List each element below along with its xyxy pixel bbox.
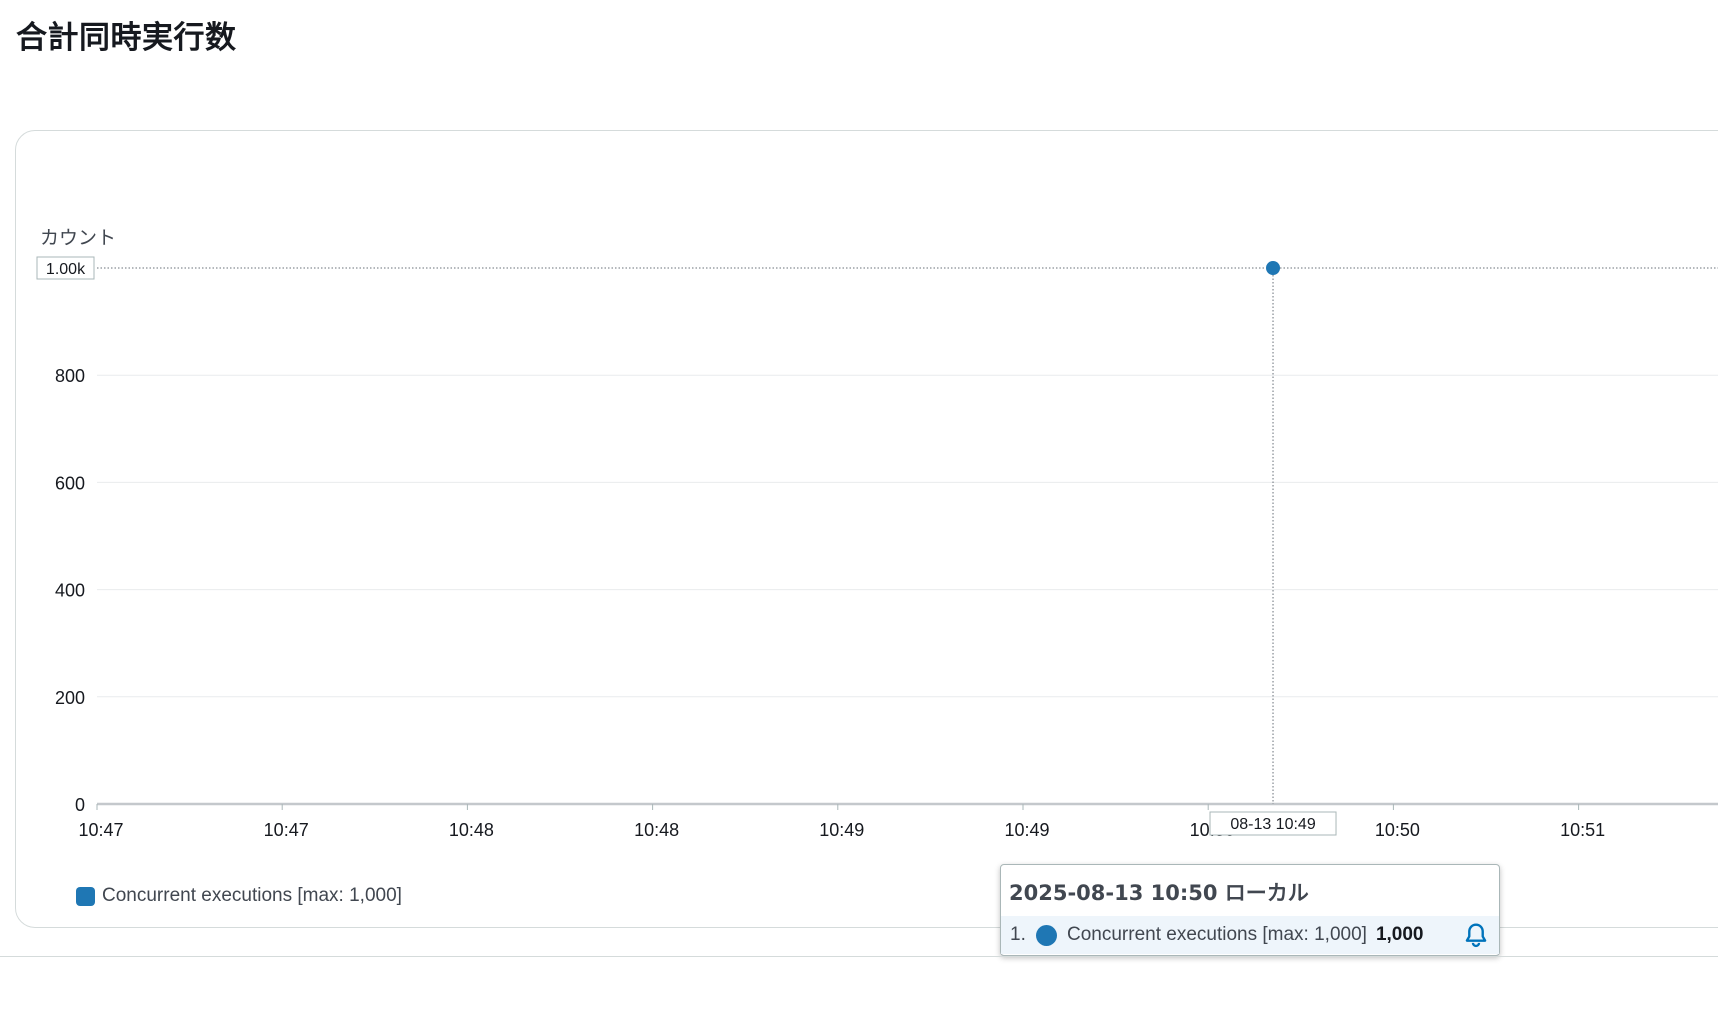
x-tick-label: 10:48 — [634, 820, 679, 840]
x-tick-label: 10:49 — [819, 820, 864, 840]
x-tick-label: 10:51 — [1560, 820, 1605, 840]
x-tick-label: 10:47 — [264, 820, 309, 840]
x-tick-label: 10:48 — [449, 820, 494, 840]
legend-item[interactable]: Concurrent executions [max: 1,000] — [76, 885, 402, 907]
x-tick-label: 10:47 — [78, 820, 123, 840]
y-tick-label: 600 — [55, 473, 85, 493]
legend-label: Concurrent executions [max: 1,000] — [102, 885, 402, 906]
y-tick-label: 1.00k — [46, 261, 86, 278]
y-tick-label: 0 — [75, 795, 85, 815]
x-tick-label: 10:49 — [1004, 820, 1049, 840]
tooltip-series-name: Concurrent executions [max: 1,000] — [1067, 924, 1367, 945]
chart-tooltip: 2025-08-13 10:50 ローカル 1. Concurrent exec… — [1000, 864, 1500, 956]
y-tick-label: 400 — [55, 581, 85, 601]
tooltip-timestamp: 2025-08-13 10:50 ローカル — [1009, 881, 1309, 905]
tooltip-value: 1,000 — [1375, 924, 1424, 945]
legend-swatch — [76, 886, 95, 906]
tooltip-row: 1. Concurrent executions [max: 1,000] 1,… — [1001, 916, 1499, 954]
y-tick-label: 800 — [55, 366, 85, 386]
tooltip-row-index: 1. — [1010, 924, 1026, 945]
y-tick-label: 200 — [55, 688, 85, 708]
section-divider — [0, 956, 1718, 957]
tooltip-series-dot — [1036, 924, 1057, 946]
data-point — [1266, 261, 1281, 275]
x-tick-label: 10:50 — [1375, 820, 1420, 840]
bell-icon[interactable] — [1463, 922, 1489, 948]
crosshair-label: 08-13 10:49 — [1230, 816, 1316, 833]
